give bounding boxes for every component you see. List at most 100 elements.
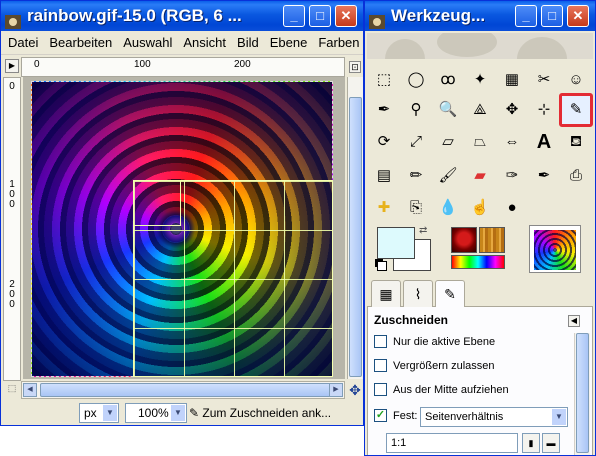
status-message-text: Zum Zuschneiden ank... bbox=[202, 406, 332, 420]
ellipse-select-icon[interactable]: ◯ bbox=[403, 67, 429, 93]
quickmask-menu-button[interactable]: ▶ bbox=[5, 59, 19, 73]
chevron-down-icon: ▼ bbox=[171, 405, 185, 421]
eraser-icon[interactable]: ▰ bbox=[467, 163, 493, 189]
color-select-icon[interactable]: ▦ bbox=[499, 67, 525, 93]
color-picker-icon[interactable]: ⚲ bbox=[403, 97, 429, 123]
landscape-button[interactable]: ▬ bbox=[542, 433, 560, 453]
heal-icon[interactable]: ✚ bbox=[371, 195, 397, 221]
scroll-left-arrow[interactable]: ◀ bbox=[23, 383, 37, 397]
blur-icon[interactable]: 💧 bbox=[435, 195, 461, 221]
maximize-button[interactable]: □ bbox=[309, 5, 331, 27]
swap-colors-icon[interactable]: ⇄ bbox=[419, 225, 427, 236]
menubar: Datei Bearbeiten Auswahl Ansicht Bild Ebene Fa… bbox=[1, 31, 363, 55]
pattern-preview[interactable] bbox=[479, 227, 505, 253]
checkbox-expand-from-center[interactable] bbox=[374, 382, 387, 396]
color-area[interactable]: ⇄ bbox=[375, 225, 433, 273]
checkbox-allow-growing[interactable] bbox=[374, 358, 387, 372]
fuzzy-select-icon[interactable]: ✦ bbox=[467, 67, 493, 93]
tool-options-scroll-thumb[interactable] bbox=[576, 333, 589, 453]
close-button[interactable]: ✕ bbox=[335, 5, 357, 27]
zoom-corner-icon[interactable]: ⬚ bbox=[5, 383, 19, 397]
scroll-right-arrow[interactable]: ▶ bbox=[329, 383, 343, 397]
menu-auswahl[interactable]: Auswahl bbox=[119, 31, 176, 55]
option-label: Nur die aktive Ebene bbox=[393, 336, 496, 348]
paths-icon[interactable]: ✒ bbox=[371, 97, 397, 123]
navigate-icon[interactable]: ✥ bbox=[347, 381, 363, 399]
vruler-label: 0 bbox=[9, 81, 15, 92]
foreground-color-swatch[interactable] bbox=[377, 227, 415, 259]
menu-bearbeiten[interactable]: Bearbeiten bbox=[45, 31, 116, 55]
menu-ebene[interactable]: Ebene bbox=[266, 31, 312, 55]
clone-icon[interactable]: ⎙ bbox=[563, 163, 589, 189]
horizontal-ruler[interactable]: 0 100 200 bbox=[21, 57, 345, 77]
bucket-fill-icon[interactable]: ⛾ bbox=[563, 129, 589, 155]
ink-icon[interactable]: ✒ bbox=[531, 163, 557, 189]
menu-farben[interactable]: Farben bbox=[314, 31, 363, 55]
scissors-icon[interactable]: ✂ bbox=[531, 67, 557, 93]
align-icon[interactable]: ⊹ bbox=[531, 97, 557, 123]
flip-icon[interactable]: ⇔ bbox=[499, 129, 525, 155]
scale-icon[interactable]: ⤢ bbox=[403, 129, 429, 155]
toolbox-titlebar[interactable]: Werkzeug... _ □ ✕ bbox=[365, 1, 595, 31]
lasso-icon[interactable]: ꝏ bbox=[435, 67, 461, 93]
gimp-app-icon bbox=[369, 9, 385, 29]
option-fixed[interactable]: ✓ Fest: bbox=[374, 407, 417, 425]
smudge-icon[interactable]: ☝ bbox=[467, 195, 493, 221]
vertical-scrollbar[interactable] bbox=[347, 77, 363, 379]
horizontal-scrollbar[interactable]: ◀ ▶ bbox=[21, 381, 345, 399]
measure-icon[interactable]: ⟁ bbox=[467, 97, 493, 123]
close-button[interactable]: ✕ bbox=[567, 5, 589, 27]
menu-ansicht[interactable]: Ansicht bbox=[179, 31, 230, 55]
option-allow-growing[interactable]: Vergrößern zulassen bbox=[374, 357, 495, 375]
dodge-burn-icon[interactable]: ● bbox=[499, 195, 525, 221]
tab-paths[interactable]: ⌇ bbox=[403, 280, 433, 307]
image-window: rainbow.gif-15.0 (RGB, 6 ... _ □ ✕ Datei… bbox=[0, 0, 364, 426]
tool-options-scrollbar[interactable] bbox=[574, 333, 590, 455]
horizontal-scroll-thumb[interactable] bbox=[40, 383, 336, 397]
rect-select-icon[interactable]: ⬚ bbox=[371, 67, 397, 93]
crop-icon[interactable]: ✎ bbox=[559, 93, 593, 127]
blend-icon[interactable]: ▤ bbox=[371, 163, 397, 189]
option-label: Vergrößern zulassen bbox=[393, 360, 495, 372]
rotate-icon[interactable]: ⟳ bbox=[371, 129, 397, 155]
option-expand-from-center[interactable]: Aus der Mitte aufziehen bbox=[374, 381, 509, 399]
panel-menu-button[interactable]: ◀ bbox=[568, 315, 580, 327]
wilber-drop-area bbox=[367, 33, 593, 59]
pencil-icon[interactable]: ✏ bbox=[403, 163, 429, 189]
move-icon[interactable]: ✥ bbox=[499, 97, 525, 123]
text-icon[interactable]: A bbox=[531, 129, 557, 155]
unit-select[interactable]: px ▼ bbox=[79, 403, 119, 423]
zoom-icon[interactable]: 🔍 bbox=[435, 97, 461, 123]
vertical-scroll-thumb[interactable] bbox=[349, 97, 362, 377]
image-window-titlebar[interactable]: rainbow.gif-15.0 (RGB, 6 ... _ □ ✕ bbox=[1, 1, 363, 31]
gradient-preview[interactable] bbox=[451, 255, 505, 269]
portrait-button[interactable]: ▮ bbox=[522, 433, 540, 453]
paintbrush-icon[interactable]: 🖌 bbox=[435, 163, 461, 189]
crop-corner-handle[interactable] bbox=[133, 180, 181, 226]
zoom-fit-button[interactable]: ⊡ bbox=[349, 61, 361, 73]
menu-datei[interactable]: Datei bbox=[4, 31, 42, 55]
option-current-layer-only[interactable]: Nur die aktive Ebene bbox=[374, 333, 495, 351]
canvas-area[interactable] bbox=[23, 77, 345, 379]
shear-icon[interactable]: ▱ bbox=[435, 129, 461, 155]
minimize-button[interactable]: _ bbox=[283, 5, 305, 27]
minimize-button[interactable]: _ bbox=[515, 5, 537, 27]
foreground-select-icon[interactable]: ☺ bbox=[563, 67, 589, 93]
vruler-label: 100 bbox=[9, 179, 15, 210]
checkbox-fixed[interactable]: ✓ bbox=[374, 408, 387, 422]
tab-tool-options[interactable]: ✎ bbox=[435, 280, 465, 308]
aspect-ratio-input[interactable]: 1:1 bbox=[386, 433, 518, 453]
fixed-mode-select[interactable]: Seitenverhältnis ▼ bbox=[420, 407, 568, 427]
active-image-thumbnail[interactable] bbox=[529, 225, 581, 273]
brush-preview[interactable] bbox=[451, 227, 477, 253]
vertical-ruler[interactable]: 0 100 200 bbox=[3, 77, 21, 381]
airbrush-icon[interactable]: ✑ bbox=[499, 163, 525, 189]
tab-layers[interactable]: ▦ bbox=[371, 280, 401, 307]
perspective-clone-icon[interactable]: ⎘ bbox=[403, 195, 429, 221]
checkbox-current-layer-only[interactable] bbox=[374, 334, 387, 348]
menu-bild[interactable]: Bild bbox=[233, 31, 263, 55]
perspective-icon[interactable]: ⏢ bbox=[467, 129, 493, 155]
zoom-select[interactable]: 100% ▼ bbox=[125, 403, 187, 423]
maximize-button[interactable]: □ bbox=[541, 5, 563, 27]
tool-options-tabs: ▦ ⌇ ✎ bbox=[367, 277, 593, 308]
